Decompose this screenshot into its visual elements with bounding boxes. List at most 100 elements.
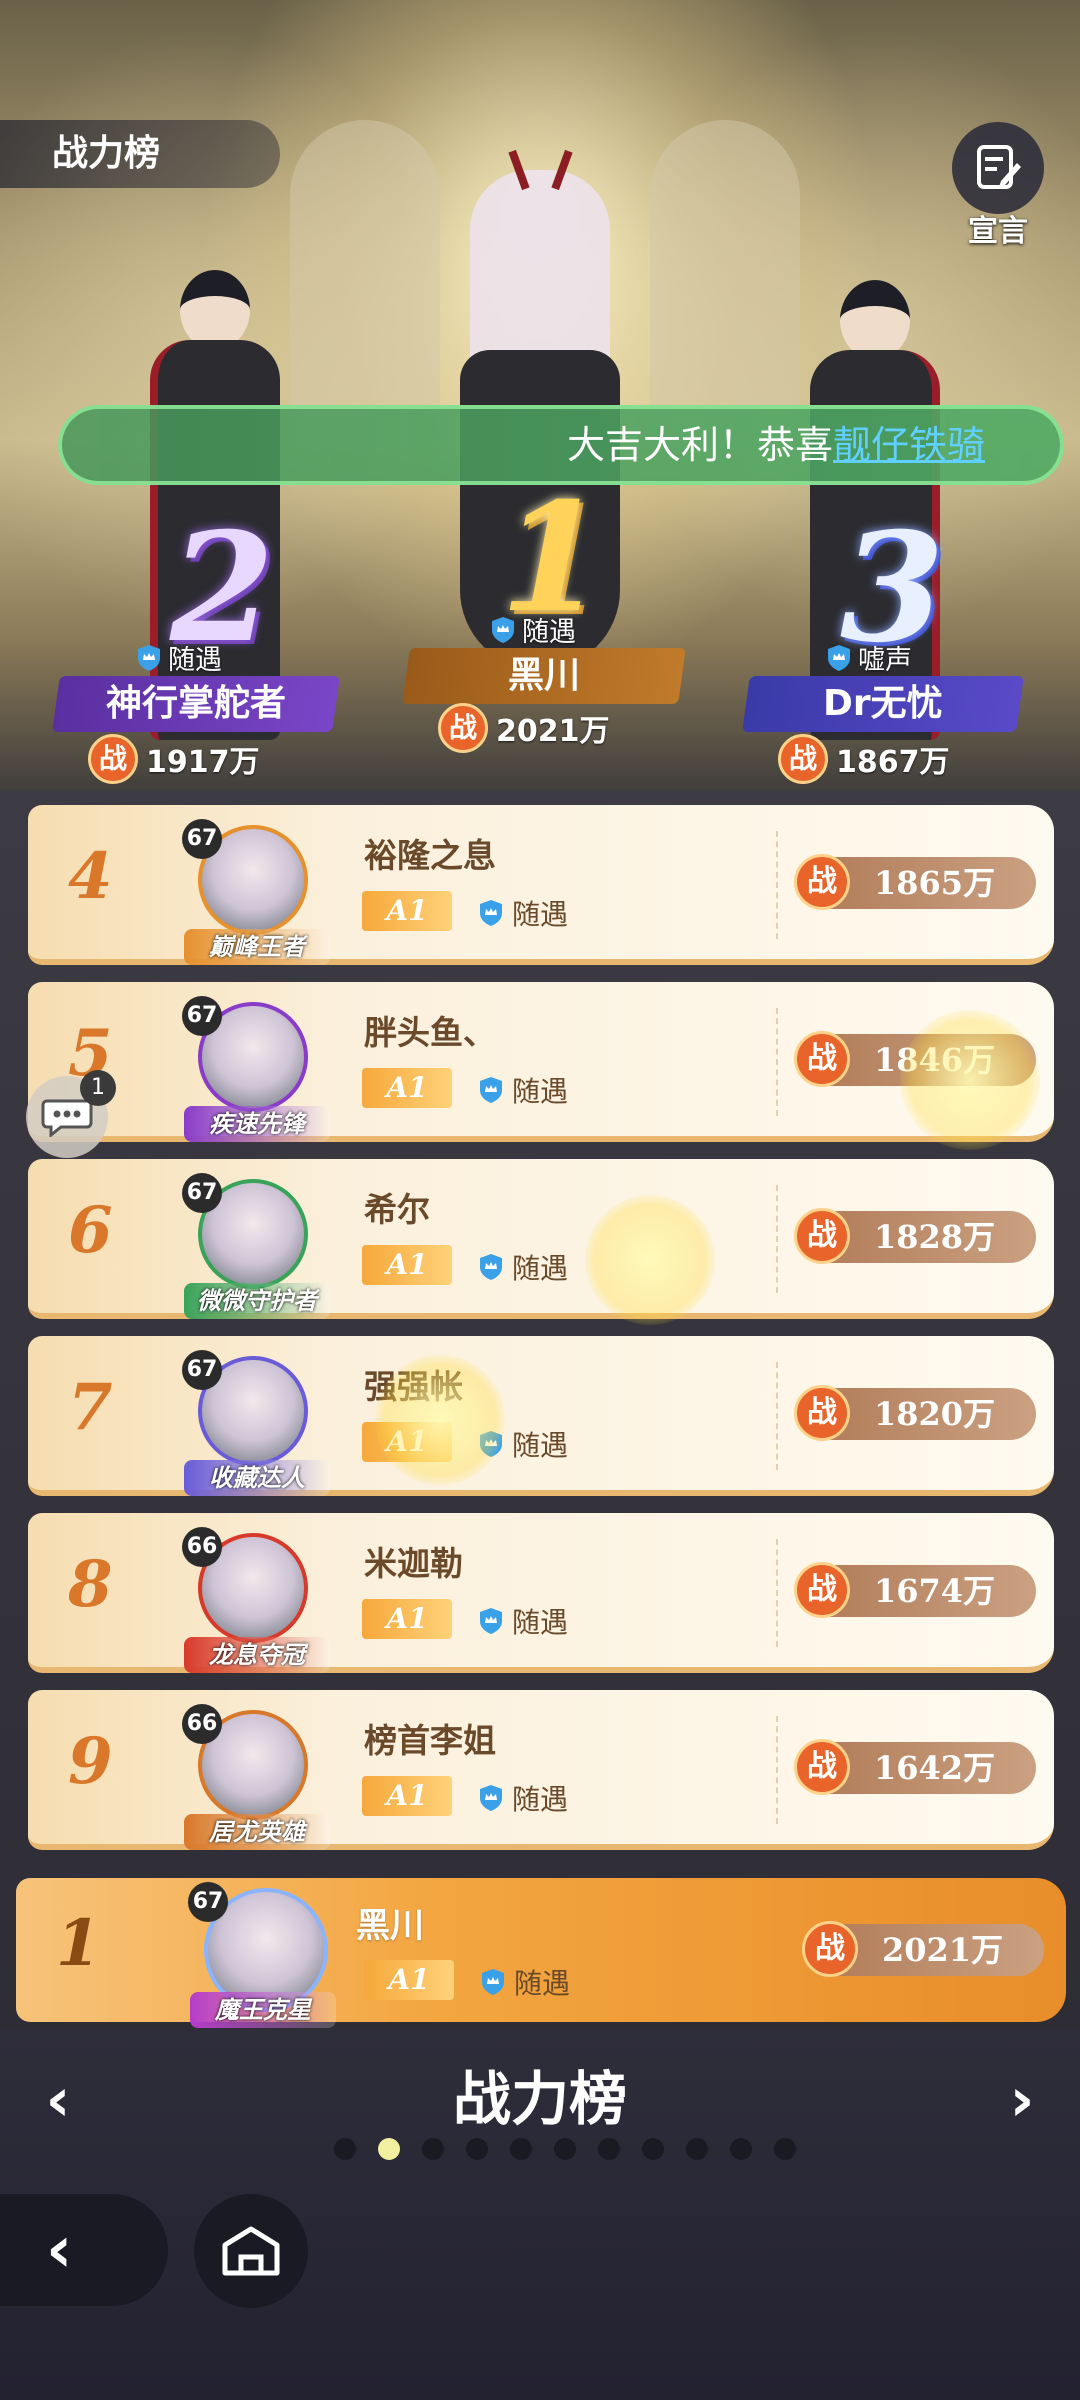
rank-2-tag: 随遇 [136, 638, 222, 677]
rank-2-power-value: 1917万 [146, 745, 260, 780]
my-rank-number: 1 [56, 1906, 101, 1981]
my-tag: 随遇 [480, 1962, 570, 2002]
player-tag-label: 随遇 [512, 1252, 569, 1285]
player-avatar[interactable]: 66 居尤英雄 [178, 1704, 330, 1854]
rank-1-name[interactable]: 黑川 [402, 648, 686, 704]
page-dot[interactable] [554, 2138, 576, 2160]
tier-badge: A1 [362, 1599, 452, 1639]
rank-2-name[interactable]: 神行掌舵者 [52, 676, 340, 732]
next-page-arrow[interactable]: › [994, 2070, 1050, 2130]
declare-label: 宣言 [968, 214, 1028, 249]
row-rank-number: 8 [68, 1547, 113, 1622]
player-name: 榜首李姐 [364, 1721, 496, 1760]
tier-badge: A1 [362, 1776, 452, 1816]
rank-1-tag: 随遇 [490, 610, 576, 649]
rank-1-power: 战 2021万 [438, 703, 610, 753]
player-avatar[interactable]: 67 收藏达人 [178, 1350, 330, 1500]
rank-2-tag-label: 随遇 [168, 645, 222, 676]
my-tier-badge: A1 [364, 1960, 454, 2000]
row-divider [776, 1539, 778, 1647]
player-name: 米迦勒 [364, 1544, 463, 1583]
rank-3-name[interactable]: Dr无忧 [742, 676, 1024, 732]
row-divider [776, 1362, 778, 1470]
shield-crown-icon [828, 644, 850, 671]
player-level: 66 [182, 1704, 222, 1744]
page-dot[interactable] [334, 2138, 356, 2160]
declare-button[interactable]: 宣言 [950, 122, 1046, 249]
shield-crown-icon [482, 1969, 504, 1995]
player-avatar[interactable]: 66 龙息夺冠 [178, 1527, 330, 1677]
chat-unread-badge: 1 [80, 1070, 116, 1106]
player-tag: 随遇 [478, 1778, 568, 1818]
shield-crown-icon [480, 1077, 502, 1103]
page-dot[interactable] [510, 2138, 532, 2160]
player-tag-label: 随遇 [512, 1429, 569, 1462]
ranking-row[interactable]: 4 67 巅峰王者 裕隆之息 A1 随遇 战 1865万 [28, 805, 1054, 965]
page-dot[interactable] [378, 2138, 400, 2160]
row-divider [776, 1716, 778, 1824]
ranking-row[interactable]: 767收藏达人强强帐A1随遇战1820万 [28, 1336, 1054, 1496]
ranking-row[interactable]: 8 66 龙息夺冠 米迦勒 A1 随遇 战 1674万 [28, 1513, 1054, 1673]
edit-note-icon [952, 122, 1044, 214]
player-tag: 随遇 [478, 1247, 568, 1287]
marquee-player-link[interactable]: 靓仔铁骑 [833, 423, 985, 467]
player-avatar[interactable]: 67 微微守护者 [178, 1173, 330, 1323]
page-dot[interactable] [686, 2138, 708, 2160]
page-dot[interactable] [598, 2138, 620, 2160]
power-icon: 战 [794, 1385, 850, 1441]
rank-3-power: 战 1867万 [778, 734, 950, 784]
player-title-badge: 疾速先锋 [184, 1106, 330, 1142]
shield-crown-icon [480, 1785, 502, 1811]
my-power-value: 2021万 [882, 1931, 1004, 1969]
paw-effect [585, 1195, 715, 1325]
row-divider [776, 1008, 778, 1116]
player-title-badge: 居尤英雄 [184, 1814, 330, 1850]
player-power: 战 1674万 [794, 1562, 1036, 1618]
ranking-row[interactable]: 567疾速先锋胖头鱼、A1随遇战1846万 [28, 982, 1054, 1142]
row-rank-number: 4 [68, 839, 113, 914]
my-power: 战 2021万 [802, 1921, 1044, 1977]
tier-badge: A1 [362, 891, 452, 931]
player-avatar[interactable]: 67 巅峰王者 [178, 819, 330, 969]
power-value: 1865万 [874, 864, 996, 902]
ranking-row[interactable]: 9 66 居尤英雄 榜首李姐 A1 随遇 战 1642万 [28, 1690, 1054, 1850]
shield-crown-icon [492, 616, 514, 643]
shield-crown-icon [480, 1254, 502, 1280]
player-power: 战 1865万 [794, 854, 1036, 910]
my-rank-bar[interactable]: 1 67 魔王克星 黑川 A1 随遇 战 2021万 [16, 1878, 1066, 2028]
player-name: 裕隆之息 [364, 836, 496, 875]
power-value: 1642万 [874, 1749, 996, 1787]
player-avatar[interactable]: 67 疾速先锋 [178, 996, 330, 1146]
page-dot[interactable] [466, 2138, 488, 2160]
ranking-row[interactable]: 6 67 微微守护者 希尔 A1 随遇 战 1828万 [28, 1159, 1054, 1319]
page-dot[interactable] [774, 2138, 796, 2160]
chat-button[interactable]: 1 [26, 1070, 116, 1158]
home-button[interactable] [194, 2194, 308, 2308]
marquee-prefix: 大吉大利！恭喜 [567, 423, 834, 467]
rank-2-power: 战 1917万 [88, 734, 260, 784]
player-tag-label: 随遇 [512, 1075, 569, 1108]
back-button[interactable]: ‹ [0, 2194, 168, 2306]
power-icon: 战 [794, 1562, 850, 1618]
player-name: 希尔 [364, 1190, 430, 1229]
player-tag-label: 随遇 [512, 1606, 569, 1639]
paw-effect [900, 1010, 1040, 1150]
page-dot[interactable] [422, 2138, 444, 2160]
rank-3-power-value: 1867万 [836, 745, 950, 780]
player-power: 战 1642万 [794, 1739, 1036, 1795]
rank-3-tag: 嘘声 [826, 638, 912, 677]
row-rank-number: 6 [68, 1193, 113, 1268]
player-title-badge: 收藏达人 [184, 1460, 330, 1496]
page-dot[interactable] [642, 2138, 664, 2160]
player-name: 胖头鱼、 [364, 1013, 496, 1052]
power-value: 1820万 [874, 1395, 996, 1433]
rank-3-tag-label: 嘘声 [858, 645, 912, 676]
player-level: 67 [182, 1173, 222, 1213]
rank-1-power-value: 2021万 [496, 714, 610, 749]
player-title-badge: 龙息夺冠 [184, 1637, 330, 1673]
player-power: 战 1828万 [794, 1208, 1036, 1264]
power-icon: 战 [794, 854, 850, 910]
my-avatar[interactable]: 67 魔王克星 [184, 1882, 336, 2032]
player-tag-label: 随遇 [512, 1783, 569, 1816]
page-dot[interactable] [730, 2138, 752, 2160]
